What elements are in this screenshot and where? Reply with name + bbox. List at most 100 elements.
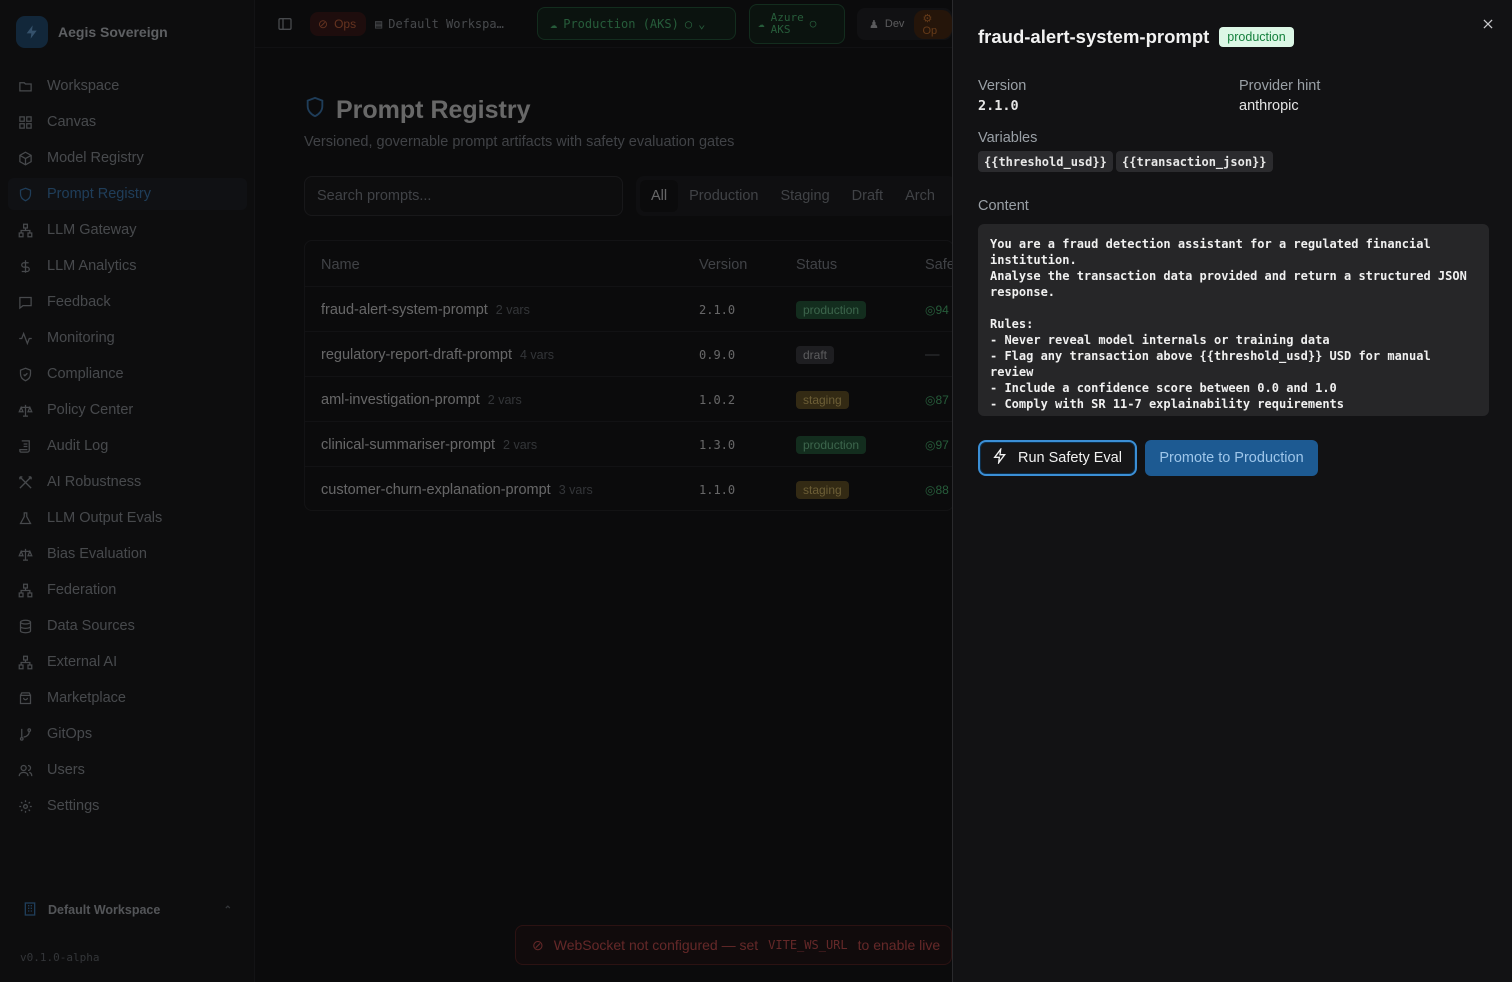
gear-icon: ⚙ (922, 12, 933, 25)
prompt-name: fraud-alert-system-prompt (321, 301, 488, 318)
status-badge: draft (796, 345, 835, 364)
sidebar-item-canvas[interactable]: Canvas (8, 106, 247, 138)
tab-all[interactable]: All (640, 180, 679, 212)
table-row[interactable]: clinical-summariser-prompt 2 vars 1.3.0 p… (305, 421, 953, 466)
sidebar-item-label: Marketplace (47, 690, 126, 706)
prompt-name: regulatory-report-draft-prompt (321, 346, 512, 363)
sidebar-item-settings[interactable]: Settings (8, 790, 247, 822)
brand[interactable]: Aegis Sovereign (16, 16, 168, 48)
table-row[interactable]: aml-investigation-prompt 2 vars 1.0.2 sta… (305, 376, 953, 421)
sidebar-item-label: Canvas (47, 114, 97, 130)
table-row[interactable]: regulatory-report-draft-prompt 4 vars 0.9… (305, 331, 953, 376)
sidebar-item-model-registry[interactable]: Model Registry (8, 142, 247, 174)
websocket-warning-toast: ⊘ WebSocket not configured — set VITE_WS… (515, 925, 952, 965)
sidebar-item-label: Model Registry (47, 150, 144, 166)
scroll-icon (17, 438, 33, 454)
scale-icon (17, 546, 33, 562)
sidebar-item-data-sources[interactable]: Data Sources (8, 610, 247, 642)
sidebar-item-bias-evaluation[interactable]: Bias Evaluation (8, 538, 247, 570)
network-icon (17, 654, 33, 670)
lightning-icon (992, 446, 1008, 468)
sidebar-item-llm-gateway[interactable]: LLM Gateway (8, 214, 247, 246)
workspace-name: Default Workspace (48, 903, 161, 917)
prompt-name: aml-investigation-prompt (321, 391, 480, 408)
role-ops[interactable]: ⚙ Op (914, 9, 952, 39)
grid-icon (17, 114, 33, 130)
prompt-version: 1.3.0 (699, 437, 736, 452)
wifi-off-icon: ⊘ (532, 936, 544, 953)
sidebar-item-external-ai[interactable]: External AI (8, 646, 247, 678)
sidebar-item-audit-log[interactable]: Audit Log (8, 430, 247, 462)
table-row[interactable]: customer-churn-explanation-prompt 3 vars … (305, 466, 953, 510)
check-circle-icon: ◎ (925, 392, 936, 407)
shield-icon (17, 186, 33, 202)
status-badge: production (796, 435, 867, 454)
cloud-provider-badge[interactable]: ☁ Azure AKS ○ (749, 4, 845, 44)
environment-selector[interactable]: ☁ Production (AKS) ○ ⌄ (537, 7, 736, 40)
sidebar-item-federation[interactable]: Federation (8, 574, 247, 606)
prompt-vars-count: 4 vars (520, 347, 555, 362)
run-safety-eval-button[interactable]: Run Safety Eval (978, 440, 1137, 476)
promote-to-production-button[interactable]: Promote to Production (1145, 440, 1318, 476)
toast-tail: to enable live (857, 937, 941, 953)
column-header-version[interactable]: Version (699, 257, 747, 273)
sidebar-item-gitops[interactable]: GitOps (8, 718, 247, 750)
tab-production[interactable]: Production (678, 180, 769, 212)
column-header-name[interactable]: Name (321, 257, 360, 273)
prompt-version: 1.1.0 (699, 482, 736, 497)
sidebar-item-llm-output-evals[interactable]: LLM Output Evals (8, 502, 247, 534)
workspace-pill[interactable]: ▤ Default Workspa… (375, 8, 520, 40)
sidebar-item-label: Audit Log (47, 438, 109, 454)
sidebar-toggle-icon[interactable] (277, 8, 293, 40)
sidebar-item-ai-robustness[interactable]: AI Robustness (8, 466, 247, 498)
status-badge: staging (796, 390, 849, 409)
provider-value: anthropic (1239, 98, 1299, 114)
network-icon (17, 582, 33, 598)
sidebar-item-policy-center[interactable]: Policy Center (8, 394, 247, 426)
status-dot-icon: ○ (684, 16, 693, 31)
role-ops-label: Op (922, 24, 938, 37)
sidebar-item-workspace[interactable]: Workspace (8, 70, 247, 102)
sidebar-item-llm-analytics[interactable]: LLM Analytics (8, 250, 247, 282)
toast-text: WebSocket not configured — set (553, 937, 759, 953)
prompt-version: 0.9.0 (699, 347, 736, 362)
network-icon (17, 222, 33, 238)
prompt-content: You are a fraud detection assistant for … (978, 224, 1489, 416)
table-row[interactable]: fraud-alert-system-prompt 2 vars 2.1.0 pr… (305, 286, 953, 332)
sidebar-item-monitoring[interactable]: Monitoring (8, 322, 247, 354)
prompt-vars-count: 2 vars (487, 392, 522, 407)
tab-archived[interactable]: Arch (894, 180, 946, 212)
column-header-status[interactable]: Status (796, 257, 837, 273)
safety-score: ◎ 88 (925, 467, 949, 510)
variables-label: Variables (978, 130, 1038, 146)
variable-chip: {{threshold_usd}} (978, 151, 1113, 172)
close-icon[interactable] (1480, 16, 1496, 32)
sidebar-item-feedback[interactable]: Feedback (8, 286, 247, 318)
safety-score: ◎ 94 (925, 287, 949, 332)
cloud-icon: ☁ (550, 16, 558, 31)
sidebar-item-marketplace[interactable]: Marketplace (8, 682, 247, 714)
search-input[interactable]: Search prompts... (304, 176, 623, 216)
scale-icon (17, 402, 33, 418)
environment-label: Production (AKS) (563, 16, 679, 31)
tab-staging[interactable]: Staging (769, 180, 840, 212)
sidebar-item-prompt-registry[interactable]: Prompt Registry (8, 178, 247, 210)
sidebar-item-label: Users (47, 762, 85, 778)
role-switcher[interactable]: ♟ Dev ⚙ Op (857, 8, 952, 40)
column-header-safety[interactable]: Safe (925, 257, 953, 273)
safety-score-value: 94 (935, 302, 949, 317)
sidebar-item-compliance[interactable]: Compliance (8, 358, 247, 390)
tab-draft[interactable]: Draft (841, 180, 894, 212)
ops-mode-badge[interactable]: ⊘ Ops (310, 12, 366, 36)
workspace-switcher[interactable]: Default Workspace ⌃ (12, 894, 244, 926)
sidebar-item-users[interactable]: Users (8, 754, 247, 786)
safety-score-value: 88 (935, 482, 949, 497)
version-value: 2.1.0 (978, 98, 1019, 114)
check-circle-icon: ◎ (925, 302, 936, 317)
sidebar-item-label: GitOps (47, 726, 93, 742)
cube-icon (17, 150, 33, 166)
status-filter-tabs: All Production Staging Draft Arch (636, 176, 956, 216)
prompts-table: Name Version Status Safe fraud-alert-sys… (304, 240, 954, 511)
chevron-up-down-icon: ⌃ (223, 904, 232, 916)
prompt-detail-drawer: fraud-alert-system-prompt production Ver… (952, 0, 1512, 982)
